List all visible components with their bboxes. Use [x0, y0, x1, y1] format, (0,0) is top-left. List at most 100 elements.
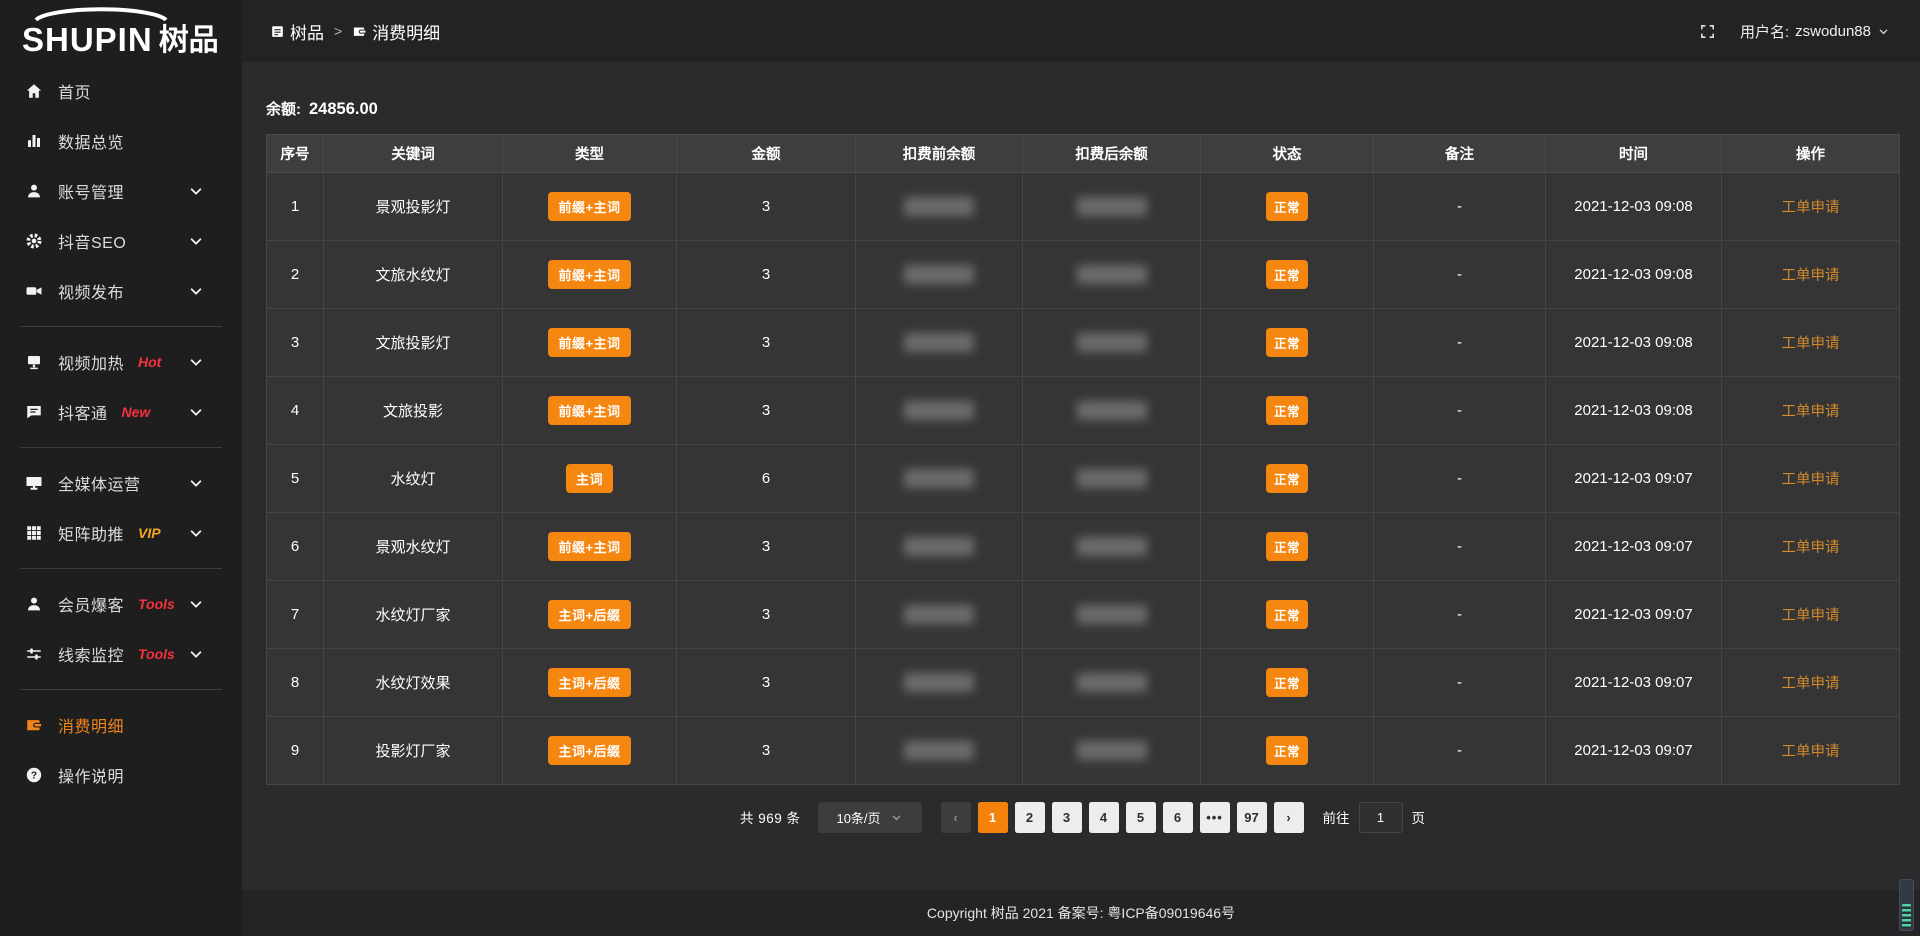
cell-time: 2021-12-03 09:08: [1546, 173, 1722, 241]
cell-balance-after: [1023, 377, 1201, 445]
sidebar-item-clue-monitor[interactable]: 线索监控Tools: [0, 629, 242, 679]
masked-value: [1077, 673, 1147, 692]
username-label: 用户名:: [1740, 21, 1789, 42]
work-order-link[interactable]: 工单申请: [1782, 268, 1840, 284]
chat-icon: [24, 403, 44, 421]
cell-index: 8: [267, 649, 324, 717]
floating-widget[interactable]: [1899, 879, 1914, 931]
pagination: 共 969 条 10条/页 ‹ 123456•••97 › 前往 页: [266, 799, 1899, 835]
chevron-down-icon: [186, 524, 206, 542]
page-button-2[interactable]: 2: [1015, 802, 1045, 833]
fullscreen-icon[interactable]: [1699, 23, 1716, 40]
more-pages-button[interactable]: •••: [1200, 802, 1230, 833]
sidebar-item-account-manage[interactable]: 账号管理: [0, 166, 242, 216]
page-button-3[interactable]: 3: [1052, 802, 1082, 833]
sidebar-item-matrix-boost[interactable]: 矩阵助推VIP: [0, 508, 242, 558]
next-page-button[interactable]: ›: [1274, 802, 1304, 833]
cell-action: 工单申请: [1722, 649, 1900, 717]
sidebar-item-consume-detail[interactable]: 消费明细: [0, 700, 242, 750]
masked-value: [904, 673, 974, 692]
cell-index: 6: [267, 513, 324, 581]
sidebar-item-badge: Tools: [138, 596, 175, 612]
cell-amount: 3: [677, 581, 856, 649]
cell-index: 1: [267, 173, 324, 241]
chevron-down-icon: [186, 353, 206, 371]
masked-value: [1077, 605, 1147, 624]
page-button-4[interactable]: 4: [1089, 802, 1119, 833]
work-order-link[interactable]: 工单申请: [1782, 336, 1840, 352]
work-order-link[interactable]: 工单申请: [1782, 200, 1840, 216]
cell-action: 工单申请: [1722, 581, 1900, 649]
cell-amount: 3: [677, 241, 856, 309]
work-order-link[interactable]: 工单申请: [1782, 608, 1840, 624]
masked-value: [904, 265, 974, 284]
cell-balance-after: [1023, 513, 1201, 581]
cell-balance-after: [1023, 717, 1201, 785]
cell-index: 3: [267, 309, 324, 377]
sidebar-item-video-publish[interactable]: 视频发布: [0, 266, 242, 316]
video-icon: [24, 282, 44, 300]
cell-action: 工单申请: [1722, 445, 1900, 513]
page-size-select[interactable]: 10条/页: [818, 802, 922, 833]
work-order-link[interactable]: 工单申请: [1782, 472, 1840, 488]
user-menu[interactable]: 用户名: zswodun88: [1740, 21, 1890, 42]
cell-type: 前缀+主词: [503, 173, 677, 241]
cell-index: 2: [267, 241, 324, 309]
cell-balance-after: [1023, 309, 1201, 377]
prev-page-button[interactable]: ‹: [941, 802, 971, 833]
column-header: 关键词: [324, 135, 503, 173]
copyright-text: Copyright 树品 2021 备案号: 粤ICP备09019646号: [927, 903, 1235, 923]
sidebar-item-media-operation[interactable]: 全媒体运营: [0, 458, 242, 508]
cell-keyword: 文旅水纹灯: [324, 241, 503, 309]
app-logo: SHUPIN 树品: [0, 0, 242, 64]
page-button-97[interactable]: 97: [1237, 802, 1267, 833]
status-badge: 正常: [1266, 328, 1308, 357]
chevron-down-icon: [186, 595, 206, 613]
cell-time: 2021-12-03 09:07: [1546, 445, 1722, 513]
sidebar-item-douketong[interactable]: 抖客通New: [0, 387, 242, 437]
table-row: 5水纹灯主词6正常-2021-12-03 09:07工单申请: [267, 445, 1900, 513]
sidebar-item-home[interactable]: 首页: [0, 66, 242, 116]
sidebar-divider: [20, 568, 222, 569]
table-header-row: 序号关键词类型金额扣费前余额扣费后余额状态备注时间操作: [267, 135, 1900, 173]
sidebar-item-data-overview[interactable]: 数据总览: [0, 116, 242, 166]
type-tag: 主词+后缀: [548, 736, 630, 765]
cell-type: 前缀+主词: [503, 241, 677, 309]
sidebar-item-video-heat[interactable]: 视频加热Hot: [0, 337, 242, 387]
masked-value: [904, 469, 974, 488]
logo-arc: [30, 5, 172, 21]
cell-type: 前缀+主词: [503, 513, 677, 581]
work-order-link[interactable]: 工单申请: [1782, 744, 1840, 760]
work-order-link[interactable]: 工单申请: [1782, 540, 1840, 556]
user-icon: [24, 182, 44, 200]
breadcrumb-item[interactable]: 树品: [270, 19, 324, 44]
sidebar-item-member-baoke[interactable]: 会员爆客 Tools: [0, 579, 242, 629]
cell-time: 2021-12-03 09:07: [1546, 649, 1722, 717]
logo-text-en: SHUPIN: [22, 23, 153, 56]
cell-amount: 3: [677, 309, 856, 377]
pagination-total: 共 969 条: [740, 807, 801, 827]
goto-suffix: 页: [1412, 807, 1426, 827]
sidebar-item-badge: Tools: [138, 646, 175, 662]
masked-value: [904, 333, 974, 352]
sidebar-divider: [20, 447, 222, 448]
page-button-5[interactable]: 5: [1126, 802, 1156, 833]
work-order-link[interactable]: 工单申请: [1782, 404, 1840, 420]
sidebar-item-operation-guide[interactable]: ?操作说明: [0, 750, 242, 800]
sidebar-item-label: 抖音SEO: [58, 229, 126, 253]
type-tag: 前缀+主词: [548, 328, 630, 357]
chevron-down-icon: [186, 645, 206, 663]
sidebar-item-douyin-seo[interactable]: 抖音SEO: [0, 216, 242, 266]
cell-index: 7: [267, 581, 324, 649]
page-button-1[interactable]: 1: [978, 802, 1008, 833]
page-buttons: 123456•••97: [978, 802, 1267, 833]
user-icon: [24, 595, 44, 613]
masked-value: [904, 197, 974, 216]
page-button-6[interactable]: 6: [1163, 802, 1193, 833]
goto-page-input[interactable]: [1359, 802, 1403, 833]
breadcrumb-item[interactable]: 消费明细: [352, 19, 440, 44]
sidebar-item-label: 会员爆客: [58, 592, 124, 616]
sidebar-item-label: 账号管理: [58, 179, 124, 203]
sliders-icon: [24, 645, 44, 663]
work-order-link[interactable]: 工单申请: [1782, 676, 1840, 692]
